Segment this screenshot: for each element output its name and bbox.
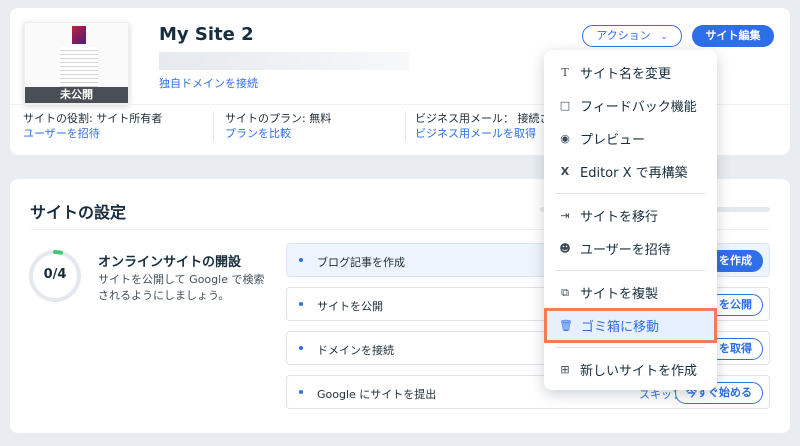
menu-item-label: サイト名を変更 [580,67,672,82]
task-label: Google にサイトを提出 [317,388,437,401]
menu-item-feedback[interactable]: □ フィードバック機能 [544,89,717,122]
site-plan-info: サイトのプラン: 無料 プランを比較 [225,111,331,141]
text-icon: T [561,66,569,79]
menu-item-label: ゴミ箱に移動 [581,320,660,335]
business-email-label: ビジネス用メール： 接続さ [415,112,551,125]
bullet-icon [299,302,303,306]
menu-item-new-site[interactable]: ⊞ 新しいサイトを作成 [544,353,717,386]
menu-item-duplicate[interactable]: ⧉ サイトを複製 [544,276,717,309]
bullet-icon [299,258,303,262]
menu-divider [556,270,705,271]
menu-item-label: Editor X で再構築 [580,166,688,181]
menu-item-label: ユーザーを招待 [580,243,671,258]
site-url-placeholder [159,52,409,70]
action-label: アクション [596,29,651,42]
menu-item-label: 新しいサイトを作成 [580,364,698,379]
menu-item-label: サイトを複製 [580,287,659,302]
connect-domain-link[interactable]: 独自ドメインを接続 [159,75,258,91]
menu-item-invite[interactable]: ☻ ユーザーを招待 [544,232,717,265]
menu-item-preview[interactable]: ◉ プレビュー [544,122,717,155]
divider [405,111,406,141]
action-menu: T サイト名を変更 □ フィードバック機能 ◉ プレビュー X Editor X… [544,50,717,390]
eye-icon: ◉ [560,132,570,145]
site-role-info: サイトの役割: サイト所有者 ユーザーを招待 [23,111,162,141]
menu-item-rename[interactable]: T サイト名を変更 [544,56,717,89]
action-button[interactable]: アクション ⌄ [582,25,682,47]
chevron-down-icon: ⌄ [660,32,668,42]
menu-item-label: プレビュー [580,133,646,148]
settings-title: サイトの設定 [30,203,127,222]
menu-divider [556,193,705,194]
bullet-icon [299,346,303,350]
duplicate-icon: ⧉ [561,285,569,299]
menu-item-label: サイトを移行 [580,210,659,225]
menu-divider [556,347,705,348]
bullet-icon [299,390,303,394]
menu-item-label: フィードバック機能 [580,100,697,115]
menu-item-editor-x[interactable]: X Editor X で再構築 [544,155,717,188]
thumbnail-content [60,47,98,87]
transfer-icon: ⇥ [560,209,570,222]
editor-x-icon: X [560,165,570,178]
menu-item-move-to-trash[interactable]: 🗑 ゴミ箱に移動 [544,308,717,343]
task-label: ドメインを接続 [317,344,394,357]
divider [213,111,214,141]
site-thumbnail[interactable]: 未公開 [24,22,129,104]
invite-user-link[interactable]: ユーザーを招待 [23,127,100,140]
new-site-icon: ⊞ [560,363,570,376]
task-label: サイトを公開 [317,300,383,313]
progress-count: 0/4 [43,267,67,282]
thumbnail-image [72,26,86,44]
goal-description: サイトを公開して Google で検索されるようにしましょう。 [98,273,265,302]
site-plan-label: サイトのプラン: 無料 [225,112,332,125]
add-user-icon: ☻ [559,242,571,255]
menu-item-transfer[interactable]: ⇥ サイトを移行 [544,199,717,232]
task-label: ブログ記事を作成 [317,256,405,269]
comment-icon: □ [559,99,571,112]
compare-plans-link[interactable]: プランを比較 [225,127,291,140]
goal-title: オンラインサイトの開設 [98,255,242,270]
business-email-info: ビジネス用メール： 接続さ ビジネス用メールを取得 [415,111,551,141]
edit-site-button[interactable]: サイト編集 [692,25,774,47]
unpublished-badge: 未公開 [25,87,128,103]
site-role-label: サイトの役割: サイト所有者 [23,112,163,125]
site-title: My Site 2 [159,24,254,45]
get-business-email-link[interactable]: ビジネス用メールを取得 [415,127,536,140]
trash-icon: 🗑 [559,319,573,332]
